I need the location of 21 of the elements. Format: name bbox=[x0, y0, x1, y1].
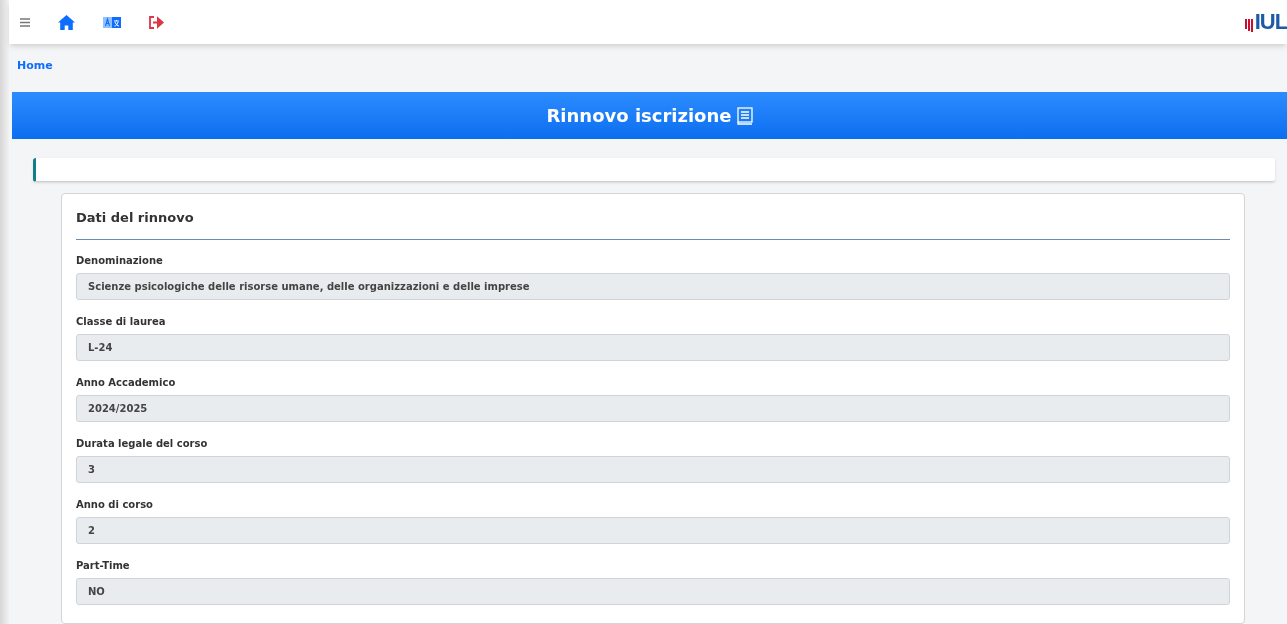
field-label: Classe di laurea bbox=[76, 314, 167, 329]
field-label: Denominazione bbox=[76, 253, 164, 268]
book-icon bbox=[736, 106, 753, 125]
readonly-field[interactable]: 2 bbox=[76, 516, 1230, 544]
readonly-field[interactable]: Scienze psicologiche delle risorse umane, delle organizzazioni e delle imprese bbox=[76, 272, 1230, 300]
field-label: Durata legale del corso bbox=[76, 436, 209, 451]
field-label: Anno di corso bbox=[76, 497, 154, 512]
translate-icon[interactable] bbox=[103, 16, 121, 28]
page-title: Rinnovo iscrizione bbox=[546, 104, 732, 128]
section-title: Dati del rinnovo bbox=[76, 208, 1230, 240]
home-icon[interactable] bbox=[58, 14, 75, 30]
logout-icon[interactable] bbox=[149, 15, 164, 29]
readonly-field[interactable]: L-24 bbox=[76, 333, 1230, 361]
field-label: Part-Time bbox=[76, 558, 131, 573]
breadcrumb-link[interactable]: Home bbox=[17, 57, 53, 75]
readonly-field[interactable]: 2024/2025 bbox=[76, 394, 1230, 422]
field-label: Anno Accademico bbox=[76, 375, 177, 390]
menu-icon[interactable] bbox=[20, 17, 30, 27]
readonly-field[interactable]: 3 bbox=[76, 455, 1230, 483]
logo: IUL bbox=[1244, 11, 1287, 33]
readonly-field[interactable]: NO bbox=[76, 577, 1230, 605]
